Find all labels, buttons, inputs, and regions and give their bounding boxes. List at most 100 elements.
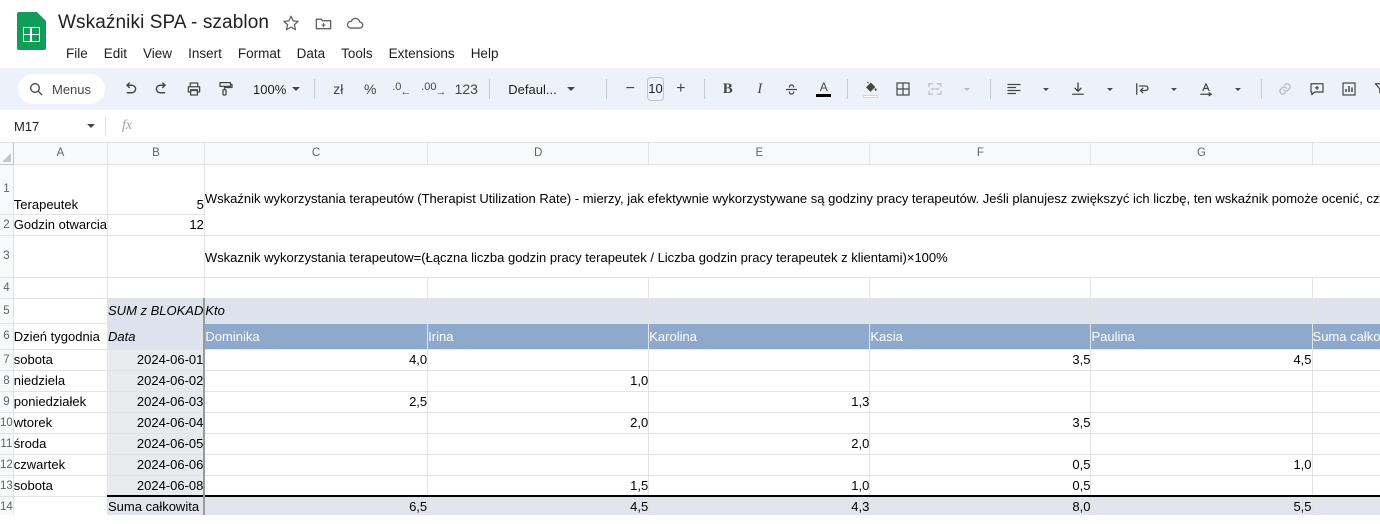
col-header-A[interactable]: A <box>13 143 109 165</box>
cell-A1[interactable]: Terapeutek <box>13 164 109 215</box>
cell-B6-header-date[interactable]: Data <box>107 323 205 350</box>
row-header-8[interactable]: 8 <box>0 370 14 392</box>
col-header-G[interactable]: G <box>1090 143 1313 165</box>
cell-date[interactable]: 2024-06-01 <box>107 349 205 371</box>
cell-hours-kasia[interactable]: 3,5 <box>869 412 1092 434</box>
cell-hours-irina[interactable]: 1,0 <box>427 370 650 392</box>
filter-icon[interactable] <box>1366 74 1380 104</box>
cell-hours-karolina[interactable] <box>648 370 871 392</box>
cell-day[interactable]: niedziela <box>13 370 109 392</box>
link-icon[interactable] <box>1270 74 1300 104</box>
cell-C3-note[interactable]: Wskaznik wykorzystania terapeutow=(Łączn… <box>204 235 1380 278</box>
cell-day[interactable]: poniedziałek <box>13 391 109 413</box>
menu-data[interactable]: Data <box>289 43 334 64</box>
menu-file[interactable]: File <box>58 43 96 64</box>
menu-format[interactable]: Format <box>230 43 289 64</box>
cell-hours-irina[interactable] <box>427 433 650 455</box>
row-header-6[interactable]: 6 <box>0 323 14 350</box>
comment-icon[interactable] <box>1302 74 1332 104</box>
cell-total-paulina[interactable]: 5,5 <box>1090 495 1313 515</box>
row-header-12[interactable]: 12 <box>0 454 14 476</box>
cell-hours-dominika[interactable] <box>203 412 429 434</box>
menu-help[interactable]: Help <box>463 43 507 64</box>
cell-C5-kto[interactable]: Kto <box>203 298 429 324</box>
col-header-E[interactable]: E <box>648 143 871 165</box>
name-box[interactable]: M17 <box>0 110 105 142</box>
cell-hours-dominika[interactable] <box>203 370 429 392</box>
align-dropdown-icon[interactable] <box>1031 74 1061 104</box>
cell-F4[interactable] <box>869 277 1092 299</box>
cell-date[interactable]: 2024-06-08 <box>107 475 205 497</box>
cell-hours-paulina[interactable] <box>1090 391 1313 413</box>
align-left-icon[interactable] <box>999 74 1029 104</box>
cell-hours-karolina[interactable] <box>648 349 871 371</box>
menu-insert[interactable]: Insert <box>180 43 230 64</box>
cell-B5-sum-blokad[interactable]: SUM z BLOKAD <box>107 298 205 324</box>
cell-hours-kasia[interactable]: 3,5 <box>869 349 1092 371</box>
cell-hours-total[interactable]: 5,5 <box>1312 412 1380 434</box>
cell-H4[interactable] <box>1312 277 1380 299</box>
sheets-logo-icon[interactable] <box>14 12 48 58</box>
cell-hours-dominika[interactable] <box>203 454 429 476</box>
cell-total-karolina[interactable]: 4,3 <box>648 495 871 515</box>
text-wrap-dropdown-icon[interactable] <box>1159 74 1189 104</box>
cell-D6-header-irina[interactable]: Irina <box>427 323 650 350</box>
cell-G6-header-paulina[interactable]: Paulina <box>1090 323 1313 350</box>
cell-E5[interactable] <box>648 298 871 324</box>
cell-hours-dominika[interactable]: 4,0 <box>203 349 429 371</box>
document-title[interactable]: Wskaźniki SPA - szablon <box>58 12 269 34</box>
cell-B4[interactable] <box>107 277 205 299</box>
fill-color-icon[interactable] <box>856 74 886 104</box>
cell-A5[interactable] <box>13 298 109 324</box>
text-rotation-dropdown-icon[interactable] <box>1223 74 1253 104</box>
cell-hours-total[interactable]: 3,0 <box>1312 475 1380 497</box>
cell-hours-paulina[interactable]: 1,0 <box>1090 454 1313 476</box>
font-size-input[interactable]: 10 <box>647 77 664 101</box>
cell-hours-kasia[interactable] <box>869 370 1092 392</box>
cell-hours-irina[interactable] <box>427 454 650 476</box>
cell-hours-paulina[interactable] <box>1090 433 1313 455</box>
text-color-button[interactable]: A <box>809 74 839 104</box>
cell-total-irina[interactable]: 4,5 <box>427 495 650 515</box>
move-to-folder-icon[interactable] <box>313 13 333 33</box>
row-header-3[interactable]: 3 <box>0 235 14 278</box>
col-header-F[interactable]: F <box>869 143 1092 165</box>
col-header-B[interactable]: B <box>107 143 205 165</box>
row-header-4[interactable]: 4 <box>0 277 14 299</box>
increase-font-size-button[interactable]: + <box>666 74 696 104</box>
cell-hours-karolina[interactable]: 2,0 <box>648 433 871 455</box>
select-all-corner[interactable] <box>0 143 14 165</box>
cell-hours-irina[interactable] <box>427 391 650 413</box>
cell-date[interactable]: 2024-06-06 <box>107 454 205 476</box>
cell-date[interactable]: 2024-06-02 <box>107 370 205 392</box>
merge-dropdown-icon[interactable] <box>952 74 982 104</box>
cell-A14[interactable] <box>13 496 109 515</box>
undo-icon[interactable] <box>115 74 145 104</box>
text-rotation-icon[interactable] <box>1191 74 1221 104</box>
cell-G5[interactable] <box>1090 298 1313 324</box>
row-header-7[interactable]: 7 <box>0 349 14 371</box>
percent-format-button[interactable]: % <box>355 74 385 104</box>
cell-B3[interactable] <box>107 235 205 278</box>
menu-view[interactable]: View <box>135 43 180 64</box>
increase-decimal-button[interactable]: .00 → <box>419 74 449 104</box>
cell-day[interactable]: czwartek <box>13 454 109 476</box>
cell-hours-dominika[interactable] <box>203 475 429 497</box>
cell-day[interactable]: wtorek <box>13 412 109 434</box>
cell-B2[interactable]: 12 <box>107 214 205 236</box>
cell-hours-kasia[interactable]: 0,5 <box>869 475 1092 497</box>
row-header-1[interactable]: 1 <box>0 164 14 215</box>
cell-hours-paulina[interactable] <box>1090 370 1313 392</box>
cell-hours-total[interactable]: 1,0 <box>1312 370 1380 392</box>
cell-F6-header-kasia[interactable]: Kasia <box>869 323 1092 350</box>
cell-D5[interactable] <box>427 298 650 324</box>
cell-E4[interactable] <box>648 277 871 299</box>
spreadsheet-grid[interactable]: A B C D E F G H I J K L M N O P 1 Terape… <box>0 143 1380 515</box>
row-header-2[interactable]: 2 <box>0 214 14 236</box>
cell-B14-total-label[interactable]: Suma całkowita <box>107 495 205 515</box>
menu-extensions[interactable]: Extensions <box>381 43 463 64</box>
text-wrap-icon[interactable] <box>1127 74 1157 104</box>
row-header-10[interactable]: 10 <box>0 412 14 434</box>
cell-day[interactable]: sobota <box>13 475 109 497</box>
vertical-align-icon[interactable] <box>1063 74 1093 104</box>
